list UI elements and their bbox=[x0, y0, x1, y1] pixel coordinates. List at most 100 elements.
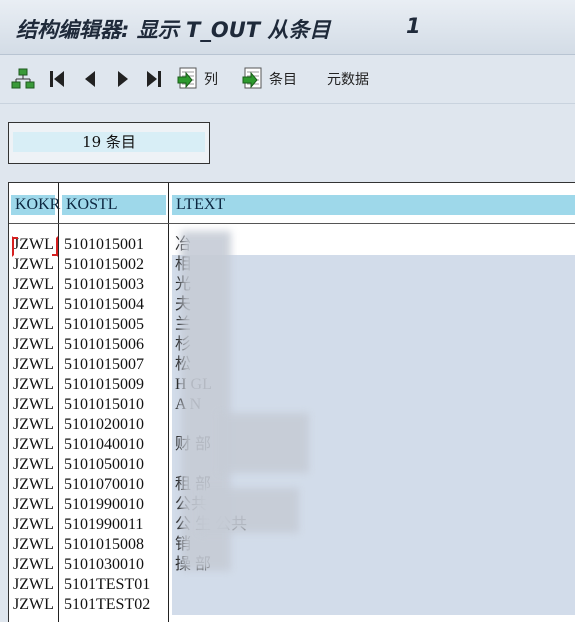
cell-ltext[interactable]: 操 部 bbox=[172, 555, 575, 575]
cell-kokr[interactable]: JZWL bbox=[13, 475, 57, 495]
cell-kokr[interactable]: JZWL bbox=[13, 235, 57, 255]
cell-kostl[interactable]: 5101015008 bbox=[64, 535, 169, 555]
cell-ltext[interactable]: 松 bbox=[172, 355, 575, 375]
cell-kostl[interactable]: 5101030010 bbox=[64, 555, 169, 575]
cell-ltext[interactable]: 夫 bbox=[172, 295, 575, 315]
cell-kostl[interactable]: 5101015007 bbox=[64, 355, 169, 375]
cell-ltext[interactable]: H GL bbox=[172, 375, 575, 395]
metadata-button[interactable]: 元数据 bbox=[327, 67, 369, 91]
table-row[interactable]: JZWL 5101040010 财 部 bbox=[9, 435, 575, 455]
cell-kostl[interactable]: 5101015010 bbox=[64, 395, 169, 415]
table-row[interactable]: JZWL 5101990011 公 生 公共 bbox=[9, 515, 575, 535]
cell-kokr[interactable]: JZWL bbox=[13, 575, 57, 595]
entries-label: 条目 bbox=[269, 72, 297, 88]
cell-kostl[interactable]: 5101015006 bbox=[64, 335, 169, 355]
cell-kokr[interactable]: JZWL bbox=[13, 375, 57, 395]
first-page-button[interactable] bbox=[48, 67, 66, 91]
cell-kokr[interactable]: JZWL bbox=[13, 275, 57, 295]
cell-kostl[interactable]: 5101020010 bbox=[64, 415, 169, 435]
cell-kokr[interactable]: JZWL bbox=[13, 435, 57, 455]
window-title: 结构编辑器: 显示 T_OUT 从条目 bbox=[16, 18, 331, 42]
cell-kostl[interactable]: 5101015009 bbox=[64, 375, 169, 395]
table-row[interactable]: JZWL 5101015002 相 bbox=[9, 255, 575, 275]
table-row[interactable]: JZWL 5101015005 兰 bbox=[9, 315, 575, 335]
cell-ltext[interactable]: 相 bbox=[172, 255, 575, 275]
table-row[interactable]: JZWL 5101050010 bbox=[9, 455, 575, 475]
columns-button[interactable]: 列 bbox=[177, 67, 218, 91]
cell-kostl[interactable]: 5101015003 bbox=[64, 275, 169, 295]
table-row[interactable]: JZWL 5101015008 销 bbox=[9, 535, 575, 555]
table-row[interactable]: JZWL 5101015003 光 bbox=[9, 275, 575, 295]
cell-kokr[interactable]: JZWL bbox=[13, 495, 57, 515]
cell-kostl[interactable]: 5101990011 bbox=[64, 515, 169, 535]
hierarchy-icon bbox=[11, 68, 35, 89]
cell-kostl[interactable]: 5101015004 bbox=[64, 295, 169, 315]
entries-icon bbox=[242, 67, 262, 89]
cell-kokr[interactable]: JZWL bbox=[13, 415, 57, 435]
cell-ltext[interactable] bbox=[172, 455, 575, 475]
table-row[interactable]: JZWL 5101015006 杉 bbox=[9, 335, 575, 355]
table-row[interactable]: JZWL 5101015007 松 bbox=[9, 355, 575, 375]
first-page-icon bbox=[50, 71, 64, 87]
window-title-number: 1 bbox=[406, 14, 421, 38]
table-row[interactable]: JZWL 5101030010 操 部 bbox=[9, 555, 575, 575]
cell-ltext[interactable] bbox=[172, 575, 575, 595]
cell-ltext[interactable]: 光 bbox=[172, 275, 575, 295]
cell-kostl[interactable]: 5101990010 bbox=[64, 495, 169, 515]
next-button[interactable] bbox=[115, 67, 131, 91]
table-row[interactable]: JZWL 5101015004 夫 bbox=[9, 295, 575, 315]
cell-kokr[interactable]: JZWL bbox=[13, 395, 57, 415]
columns-icon bbox=[177, 67, 197, 89]
cell-kokr[interactable]: JZWL bbox=[13, 315, 57, 335]
title-bar: 结构编辑器: 显示 T_OUT 从条目 1 bbox=[0, 0, 575, 55]
table-row[interactable]: JZWL 5101TEST02 bbox=[9, 595, 575, 615]
cell-ltext[interactable]: 公 生 公共 bbox=[172, 515, 575, 535]
table-row[interactable]: JZWL 5101070010 租 部 bbox=[9, 475, 575, 495]
cell-ltext[interactable]: 租 部 bbox=[172, 475, 575, 495]
cell-kokr[interactable]: JZWL bbox=[13, 595, 57, 615]
column-header-kostl[interactable]: KOSTL bbox=[62, 195, 166, 215]
metadata-label: 元数据 bbox=[327, 72, 369, 88]
cell-kostl[interactable]: 5101070010 bbox=[64, 475, 169, 495]
cell-kostl[interactable]: 5101040010 bbox=[64, 435, 169, 455]
table-row[interactable]: JZWL 5101015001 冶 bbox=[9, 235, 575, 257]
table-row[interactable]: JZWL 5101TEST01 bbox=[9, 575, 575, 595]
cell-kokr[interactable]: JZWL bbox=[13, 535, 57, 555]
hierarchy-button[interactable] bbox=[11, 67, 35, 91]
cell-kokr[interactable]: JZWL bbox=[13, 555, 57, 575]
cell-kostl[interactable]: 5101TEST02 bbox=[64, 595, 169, 615]
cell-kokr[interactable]: JZWL bbox=[13, 335, 57, 355]
cell-kokr[interactable]: JZWL bbox=[13, 515, 57, 535]
entries-button[interactable]: 条目 bbox=[242, 67, 297, 91]
cell-kokr[interactable]: JZWL bbox=[13, 255, 57, 275]
cell-kostl[interactable]: 5101050010 bbox=[64, 455, 169, 475]
table-row[interactable]: JZWL 5101015010 A N bbox=[9, 395, 575, 415]
next-icon bbox=[118, 71, 128, 87]
cell-ltext[interactable]: 冶 bbox=[172, 235, 575, 255]
cell-ltext[interactable] bbox=[172, 595, 575, 615]
cell-ltext[interactable]: 销 bbox=[172, 535, 575, 555]
cell-kostl[interactable]: 5101015001 bbox=[64, 235, 169, 255]
cell-ltext[interactable] bbox=[172, 415, 575, 435]
column-header-ltext[interactable]: LTEXT bbox=[172, 195, 575, 215]
cell-ltext[interactable]: 兰 bbox=[172, 315, 575, 335]
column-header-kokr[interactable]: KOKR bbox=[11, 195, 60, 215]
table-row[interactable]: JZWL 5101015009 H GL bbox=[9, 375, 575, 395]
toolbar: 列 条目 元数据 bbox=[0, 55, 575, 104]
table-row[interactable]: JZWL 5101990010 公共 bbox=[9, 495, 575, 515]
table-row[interactable]: JZWL 5101020010 bbox=[9, 415, 575, 435]
cell-kokr[interactable]: JZWL bbox=[13, 355, 57, 375]
cell-ltext[interactable]: A N bbox=[172, 395, 575, 415]
cell-ltext[interactable]: 公共 bbox=[172, 495, 575, 515]
cell-kokr[interactable]: JZWL bbox=[13, 455, 57, 475]
cell-kostl[interactable]: 5101015005 bbox=[64, 315, 169, 335]
cell-kostl[interactable]: 5101TEST01 bbox=[64, 575, 169, 595]
cell-ltext[interactable]: 财 部 bbox=[172, 435, 575, 455]
last-page-button[interactable] bbox=[145, 67, 163, 91]
entry-count: 19 条目 bbox=[13, 132, 205, 152]
cell-kostl[interactable]: 5101015002 bbox=[64, 255, 169, 275]
previous-button[interactable] bbox=[82, 67, 98, 91]
cell-kokr[interactable]: JZWL bbox=[13, 295, 57, 315]
last-page-icon bbox=[147, 71, 161, 87]
cell-ltext[interactable]: 杉 bbox=[172, 335, 575, 355]
